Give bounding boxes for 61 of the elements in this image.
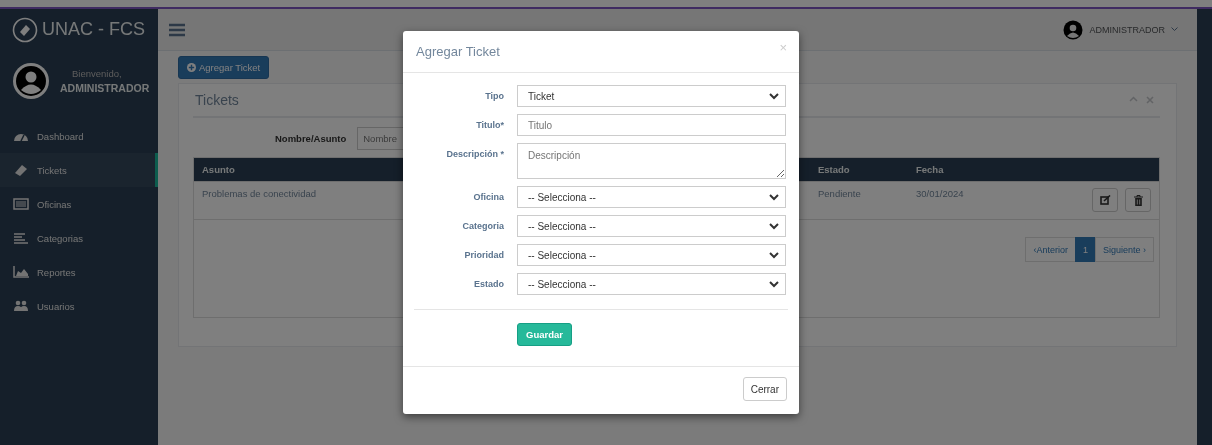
column-header: Fecha	[916, 164, 944, 175]
filter-label: Nombre/Asunto	[275, 133, 347, 144]
user-avatar-icon	[1063, 19, 1084, 40]
ticket-logo-icon	[12, 16, 38, 43]
input-field[interactable]: Titulo	[517, 114, 786, 136]
next-page-link[interactable]: Siguiente ›	[1094, 237, 1154, 262]
list-icon	[13, 198, 29, 210]
ticket-icon	[13, 164, 29, 176]
field-label: Oficina	[472, 191, 504, 202]
column-header: Asunto	[202, 164, 235, 175]
textarea-field[interactable]: Descripción	[517, 143, 786, 179]
sidebar-item[interactable]: Tickets	[0, 153, 158, 187]
sidebar-item[interactable]: Reportes	[0, 255, 158, 289]
sidebar-item[interactable]: Oficinas	[0, 187, 158, 221]
menu-icon[interactable]	[169, 22, 185, 37]
select-field[interactable]: Ticket	[517, 85, 786, 107]
close-icon[interactable]	[1146, 96, 1154, 104]
save-button[interactable]: Guardar	[517, 323, 572, 346]
select-field[interactable]: -- Selecciona --	[517, 273, 786, 295]
close-dialog-button[interactable]: Cerrar	[742, 377, 787, 401]
field-label: Categoria	[461, 220, 504, 231]
delete-button[interactable]	[1125, 188, 1151, 212]
edit-button[interactable]	[1092, 188, 1118, 212]
field-label: Tipo	[484, 90, 504, 101]
lines-icon	[13, 232, 29, 244]
field-label: Descripción *	[445, 148, 504, 159]
caret-icon	[1171, 27, 1178, 32]
user-name: ADMINISTRADOR	[60, 82, 150, 94]
brand-title[interactable]: UNAC - FCS	[42, 19, 145, 40]
select-field[interactable]: -- Selecciona --	[517, 244, 786, 266]
sidebar-item[interactable]: Usuarios	[0, 289, 158, 323]
page-link[interactable]: 1	[1074, 237, 1096, 262]
previous-page-link[interactable]: ‹Anterior	[1025, 237, 1076, 262]
field-label: Titulo*	[475, 119, 504, 130]
chevron-down-icon	[769, 222, 779, 230]
sidebar-item[interactable]: Categorias	[0, 221, 158, 255]
select-field[interactable]: -- Selecciona --	[517, 186, 786, 208]
table-cell: Pendiente	[818, 188, 861, 199]
edit-icon	[1099, 195, 1111, 205]
select-field[interactable]: -- Selecciona --	[517, 215, 786, 237]
welcome-text: Bienvenido,	[71, 68, 123, 79]
column-header: Estado	[818, 164, 850, 175]
panel-title: Tickets	[194, 92, 239, 108]
table-cell: 30/01/2024	[916, 188, 964, 199]
sidebar-item[interactable]: Dashboard	[0, 119, 158, 153]
trash-icon	[1133, 194, 1143, 206]
plus-circle-icon	[187, 63, 196, 72]
user-menu[interactable]: ADMINISTRADOR	[1063, 19, 1178, 40]
field-label: Estado	[473, 278, 504, 289]
avatar-icon	[12, 62, 50, 100]
field-label: Prioridad	[463, 249, 504, 260]
modal-title: Agregar Ticket	[416, 43, 500, 59]
chevron-down-icon	[769, 280, 779, 288]
add-ticket-button[interactable]: Agregar Ticket	[178, 56, 270, 79]
chevron-down-icon	[769, 92, 779, 100]
users-icon	[13, 300, 29, 312]
table-cell: Problemas de conectividad	[202, 188, 317, 199]
collapse-icon[interactable]	[1129, 96, 1138, 102]
chevron-down-icon	[769, 193, 779, 201]
area-chart-icon	[13, 266, 29, 278]
chevron-down-icon	[769, 251, 779, 259]
